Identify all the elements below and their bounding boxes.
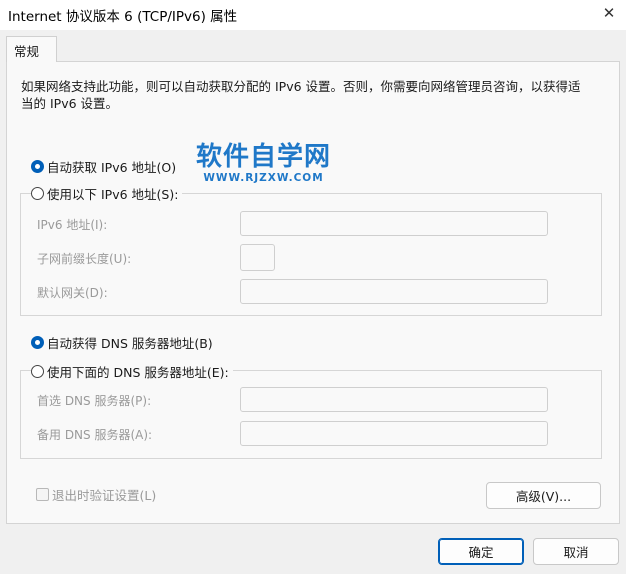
close-icon[interactable]: ✕ xyxy=(592,0,626,26)
ok-button[interactable]: 确定 xyxy=(438,538,524,565)
alternate-dns-label: 备用 DNS 服务器(A): xyxy=(37,428,153,442)
radio-manual-ip-label: 使用以下 IPv6 地址(S): xyxy=(47,187,179,202)
advanced-button[interactable]: 高级(V)... xyxy=(486,482,601,509)
radio-manual-dns-indicator[interactable] xyxy=(31,365,44,378)
radio-auto-ip[interactable]: 自动获取 IPv6 地址(O) xyxy=(31,157,181,176)
default-gateway-input[interactable] xyxy=(240,279,548,304)
radio-manual-dns[interactable]: 使用下面的 DNS 服务器地址(E): xyxy=(31,362,233,381)
preferred-dns-label: 首选 DNS 服务器(P): xyxy=(37,394,152,408)
ipv6-address-label: IPv6 地址(I): xyxy=(37,218,108,232)
watermark-logo: 软件自学网 WWW.RJZXW.COM xyxy=(196,142,331,184)
radio-auto-dns-indicator[interactable] xyxy=(31,336,44,349)
prefix-length-label: 子网前缀长度(U): xyxy=(37,252,132,266)
validate-on-exit-checkbox[interactable]: 退出时验证设置(L) xyxy=(36,485,156,504)
radio-auto-dns-label: 自动获得 DNS 服务器地址(B) xyxy=(47,336,213,351)
radio-auto-ip-indicator[interactable] xyxy=(31,160,44,173)
validate-checkbox-label: 退出时验证设置(L) xyxy=(52,488,157,503)
radio-manual-dns-label: 使用下面的 DNS 服务器地址(E): xyxy=(47,365,229,380)
watermark-url-text: WWW.RJZXW.COM xyxy=(203,172,324,184)
cancel-button[interactable]: 取消 xyxy=(533,538,619,565)
ipv6-address-input[interactable] xyxy=(240,211,548,236)
radio-auto-ip-label: 自动获取 IPv6 地址(O) xyxy=(47,160,177,175)
description-text: 如果网络支持此功能，则可以自动获取分配的 IPv6 设置。否则，你需要向网络管理… xyxy=(21,79,581,111)
prefix-length-input[interactable] xyxy=(240,244,275,271)
default-gateway-label: 默认网关(D): xyxy=(37,286,108,300)
title-bar: Internet 协议版本 6 (TCP/IPv6) 属性 ✕ xyxy=(0,0,626,30)
preferred-dns-input[interactable] xyxy=(240,387,548,412)
watermark-main-text: 软件自学网 xyxy=(196,142,332,172)
tab-general[interactable]: 常规 xyxy=(6,36,57,62)
radio-manual-ip[interactable]: 使用以下 IPv6 地址(S): xyxy=(31,184,183,203)
alternate-dns-input[interactable] xyxy=(240,421,548,446)
validate-checkbox-box[interactable] xyxy=(36,488,49,501)
window-title: Internet 协议版本 6 (TCP/IPv6) 属性 xyxy=(8,9,238,25)
radio-manual-ip-indicator[interactable] xyxy=(31,187,44,200)
radio-auto-dns[interactable]: 自动获得 DNS 服务器地址(B) xyxy=(31,333,217,352)
